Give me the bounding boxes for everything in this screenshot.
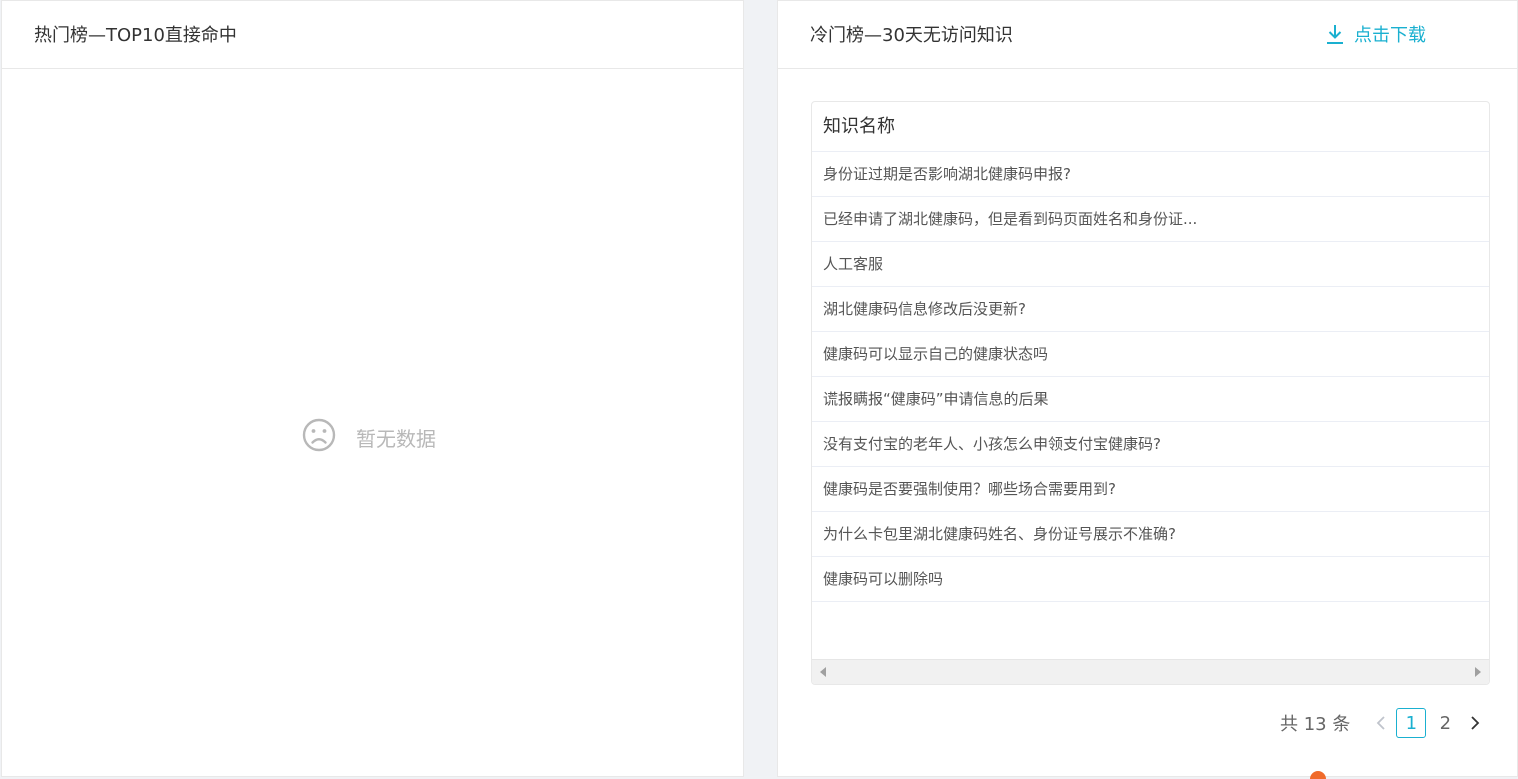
horizontal-scrollbar[interactable]: [812, 659, 1489, 684]
page-2-button[interactable]: 2: [1430, 708, 1460, 738]
chevron-left-icon: [1377, 716, 1385, 730]
hot-ranking-header: 热门榜—TOP10直接命中: [2, 1, 743, 69]
table-row[interactable]: 人工客服: [812, 242, 1489, 287]
cold-ranking-header: 冷门榜—30天无访问知识 点击下载: [778, 1, 1517, 69]
download-icon: [1326, 24, 1344, 44]
table-row[interactable]: 谎报瞒报“健康码”申请信息的后果: [812, 377, 1489, 422]
prev-page-button[interactable]: [1368, 707, 1394, 739]
sad-face-icon: [302, 418, 336, 457]
table-row[interactable]: 为什么卡包里湖北健康码姓名、身份证号展示不准确?: [812, 512, 1489, 557]
knowledge-table: 知识名称 身份证过期是否影响湖北健康码申报? 已经申请了湖北健康码，但是看到码页…: [811, 101, 1490, 685]
scroll-left-icon[interactable]: [820, 667, 826, 677]
table-row[interactable]: 健康码是否要强制使用？哪些场合需要用到?: [812, 467, 1489, 512]
table-row[interactable]: 健康码可以显示自己的健康状态吗: [812, 332, 1489, 377]
download-label: 点击下载: [1354, 25, 1426, 46]
next-page-button[interactable]: [1462, 707, 1488, 739]
pagination-total: 共 13 条: [1280, 714, 1351, 735]
hot-ranking-title: 热门榜—TOP10直接命中: [34, 25, 237, 46]
table-row[interactable]: 已经申请了湖北健康码，但是看到码页面姓名和身份证...: [812, 197, 1489, 242]
chevron-right-icon: [1471, 716, 1480, 730]
hot-ranking-panel: 热门榜—TOP10直接命中: [1, 0, 744, 777]
cold-ranking-panel: 冷门榜—30天无访问知识 点击下载 知识名称 身份证过期是否影响湖北健康码申报?…: [777, 0, 1518, 777]
table-row[interactable]: 健康码可以删除吗: [812, 557, 1489, 602]
cold-ranking-title: 冷门榜—30天无访问知识: [810, 25, 1013, 46]
table-header-knowledge-name[interactable]: 知识名称: [812, 102, 1489, 152]
scroll-right-icon[interactable]: [1475, 667, 1481, 677]
download-button[interactable]: 点击下载: [1326, 21, 1426, 47]
table-row[interactable]: 湖北健康码信息修改后没更新?: [812, 287, 1489, 332]
page-1-button[interactable]: 1: [1396, 708, 1427, 738]
empty-state: 暂无数据: [302, 418, 436, 457]
table-row[interactable]: 身份证过期是否影响湖北健康码申报?: [812, 152, 1489, 197]
table-row[interactable]: 没有支付宝的老年人、小孩怎么申领支付宝健康码?: [812, 422, 1489, 467]
empty-text: 暂无数据: [356, 427, 436, 451]
pagination: 共 13 条 1 2: [1280, 707, 1488, 739]
